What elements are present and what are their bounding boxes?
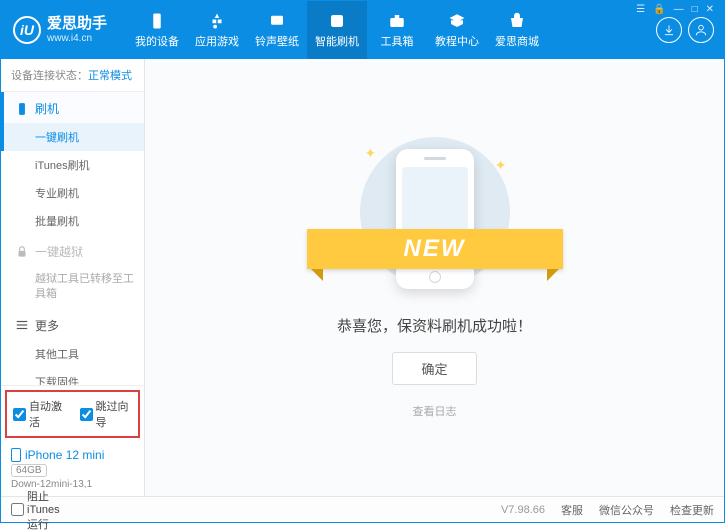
confirm-button[interactable]: 确定 — [392, 352, 476, 385]
nav-smart-flash[interactable]: 智能刷机 — [307, 1, 367, 59]
checkbox-auto-activate[interactable]: 自动激活 — [13, 398, 66, 430]
checkbox-label: 自动激活 — [29, 398, 66, 430]
section-title: 刷机 — [35, 100, 59, 117]
jailbreak-note: 越狱工具已转移至工具箱 — [1, 266, 144, 309]
user-button[interactable] — [688, 17, 714, 43]
section-title: 一键越狱 — [35, 243, 83, 260]
menu-icon[interactable]: ☰ — [634, 4, 647, 15]
nav-label: 教程中心 — [435, 33, 479, 49]
nav-label: 铃声壁纸 — [255, 33, 299, 49]
device-name: iPhone 12 mini — [11, 448, 134, 462]
apps-icon — [208, 12, 226, 30]
app-window: ☰ 🔒 — □ ✕ iU 爱思助手 www.i4.cn 我的设备 应用游戏 — [0, 0, 725, 523]
nav-my-device[interactable]: 我的设备 — [127, 1, 187, 59]
main-content: ✦ ✦ ✦ NEW 恭喜您，保资料刷机成功啦！ 确定 查看日志 — [145, 59, 724, 496]
options-highlight: 自动激活 跳过向导 — [5, 390, 140, 438]
sidebar-bottom: 自动激活 跳过向导 iPhone 12 mini 64GB Down-12min… — [1, 385, 144, 496]
sidebar-item-download-firmware[interactable]: 下载固件 — [1, 368, 144, 385]
close-icon[interactable]: ✕ — [704, 4, 716, 15]
top-nav: 我的设备 应用游戏 铃声壁纸 智能刷机 工具箱 教程中心 — [127, 1, 656, 59]
status-label: 设备连接状态： — [11, 70, 88, 82]
checkbox-label: 阻止iTunes运行 — [27, 488, 60, 532]
brand: iU 爱思助手 www.i4.cn — [1, 1, 119, 59]
more-icon — [15, 318, 29, 332]
wechat-link[interactable]: 微信公众号 — [599, 502, 654, 518]
nav-ringtones[interactable]: 铃声壁纸 — [247, 1, 307, 59]
tutorial-icon — [448, 12, 466, 30]
storage-badge: 64GB — [11, 464, 47, 477]
section-title: 更多 — [35, 317, 59, 334]
status-value: 正常模式 — [88, 70, 132, 82]
success-message: 恭喜您，保资料刷机成功啦！ — [337, 315, 532, 336]
lock-icon — [15, 245, 29, 259]
nav-tutorials[interactable]: 教程中心 — [427, 1, 487, 59]
brand-title: 爱思助手 — [47, 15, 107, 33]
new-ribbon: NEW — [307, 229, 563, 269]
nav-apps-games[interactable]: 应用游戏 — [187, 1, 247, 59]
version-text: V7.98.66 — [501, 504, 545, 516]
brand-logo-icon: iU — [13, 16, 41, 44]
sidebar-section-more[interactable]: 更多 — [1, 309, 144, 340]
lock-icon[interactable]: 🔒 — [651, 4, 667, 15]
checkbox-block-itunes[interactable]: 阻止iTunes运行 — [11, 488, 60, 532]
phone-small-icon — [11, 448, 21, 462]
sidebar-section-jailbreak: 一键越狱 — [1, 235, 144, 266]
download-button[interactable] — [656, 17, 682, 43]
sidebar-item-batch-flash[interactable]: 批量刷机 — [1, 207, 144, 235]
maximize-icon[interactable]: □ — [690, 4, 700, 15]
sidebar-item-oneclick-flash[interactable]: 一键刷机 — [1, 123, 144, 151]
nav-label: 我的设备 — [135, 33, 179, 49]
nav-label: 爱思商城 — [495, 33, 539, 49]
customer-service-link[interactable]: 客服 — [561, 502, 583, 518]
sidebar-list: 刷机 一键刷机 iTunes刷机 专业刷机 批量刷机 一键越狱 越狱工具已转移至… — [1, 92, 144, 385]
footer-right: V7.98.66 客服 微信公众号 检查更新 — [501, 502, 714, 518]
body: 设备连接状态：正常模式 刷机 一键刷机 iTunes刷机 专业刷机 批量刷机 一… — [1, 59, 724, 496]
sidebar: 设备连接状态：正常模式 刷机 一键刷机 iTunes刷机 专业刷机 批量刷机 一… — [1, 59, 145, 496]
phone-icon — [15, 102, 29, 116]
flash-icon — [328, 12, 346, 30]
brand-subtitle: www.i4.cn — [47, 33, 107, 45]
ringtone-icon — [268, 12, 286, 30]
nav-label: 应用游戏 — [195, 33, 239, 49]
device-name-text: iPhone 12 mini — [25, 448, 104, 462]
sidebar-item-other-tools[interactable]: 其他工具 — [1, 340, 144, 368]
store-icon — [508, 12, 526, 30]
sidebar-item-pro-flash[interactable]: 专业刷机 — [1, 179, 144, 207]
check-update-link[interactable]: 检查更新 — [670, 502, 714, 518]
device-icon — [148, 12, 166, 30]
nav-label: 智能刷机 — [315, 33, 359, 49]
checkbox-label: 跳过向导 — [96, 398, 133, 430]
window-controls: ☰ 🔒 — □ ✕ — [634, 4, 716, 15]
toolbox-icon — [388, 12, 406, 30]
footer: 阻止iTunes运行 V7.98.66 客服 微信公众号 检查更新 — [1, 496, 724, 522]
minimize-icon[interactable]: — — [672, 4, 686, 15]
nav-toolbox[interactable]: 工具箱 — [367, 1, 427, 59]
titlebar: ☰ 🔒 — □ ✕ iU 爱思助手 www.i4.cn 我的设备 应用游戏 — [1, 1, 724, 59]
success-illustration: ✦ ✦ ✦ NEW — [335, 137, 535, 297]
sidebar-item-itunes-flash[interactable]: iTunes刷机 — [1, 151, 144, 179]
connection-status: 设备连接状态：正常模式 — [1, 59, 144, 92]
ribbon-text: NEW — [307, 229, 563, 269]
nav-label: 工具箱 — [381, 33, 414, 49]
checkbox-skip-guide[interactable]: 跳过向导 — [80, 398, 133, 430]
view-log-link[interactable]: 查看日志 — [413, 403, 457, 419]
sidebar-section-flash[interactable]: 刷机 — [1, 92, 144, 123]
nav-store[interactable]: 爱思商城 — [487, 1, 547, 59]
